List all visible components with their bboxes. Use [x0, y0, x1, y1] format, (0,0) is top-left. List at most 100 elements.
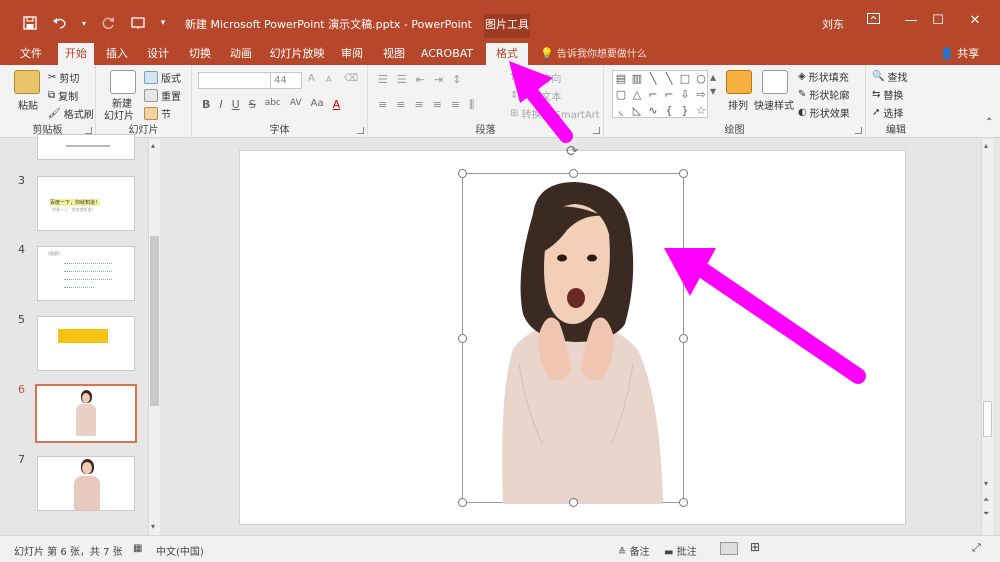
tab-picture-format[interactable]: 格式 — [486, 43, 528, 65]
align-text-button[interactable]: ⇕ 对齐文本 — [510, 88, 561, 103]
paste-button[interactable]: 粘贴 — [18, 97, 38, 112]
shrink-font-icon[interactable]: A — [326, 75, 331, 84]
normal-view-icon[interactable] — [720, 542, 738, 555]
thumbnail-slide-4[interactable]: 《搜索》 — [37, 246, 135, 301]
character-spacing-button[interactable]: AV — [290, 98, 302, 111]
shape-brace-icon[interactable]: { — [661, 103, 677, 119]
thumbnail-slide-5[interactable] — [37, 316, 135, 371]
comments-button[interactable]: ▬ 批注 — [664, 543, 697, 558]
maximize-button[interactable]: ☐ — [925, 10, 951, 34]
tell-me-search[interactable]: 💡 告诉我你想要做什么 — [540, 43, 647, 65]
minimize-button[interactable]: — — [898, 10, 924, 34]
tab-slide-show[interactable]: 幻灯片放映 — [266, 43, 328, 65]
thumbnail-slide-6[interactable] — [35, 384, 137, 443]
change-case-button[interactable]: Aa — [311, 98, 324, 111]
save-icon[interactable] — [20, 14, 40, 32]
paragraph-launcher-icon[interactable] — [593, 127, 600, 134]
shape-outline-button[interactable]: ✎ 形状轮廓 — [798, 87, 849, 102]
justify-icon[interactable]: ≡ — [433, 98, 442, 112]
shape-line2-icon[interactable]: ╲ — [661, 71, 677, 87]
scroll-down-icon[interactable]: ▾ — [151, 522, 155, 531]
quick-styles-icon[interactable] — [762, 70, 788, 94]
thumbnail-slide-7[interactable] — [37, 456, 135, 511]
new-slide-icon[interactable] — [110, 70, 136, 94]
shape-line-icon[interactable]: ╲ — [645, 71, 661, 87]
collapse-ribbon-icon[interactable]: ⌃ — [985, 117, 993, 128]
resize-handle-se[interactable] — [679, 498, 688, 507]
tab-file[interactable]: 文件 — [14, 43, 48, 65]
cut-button[interactable]: ✂ 剪切 — [48, 70, 79, 85]
reset-button[interactable]: 重置 — [144, 88, 181, 103]
shape-oval-icon[interactable]: ○ — [693, 71, 709, 87]
shape-star-icon[interactable]: ☆ — [693, 103, 709, 119]
slide-canvas[interactable]: ⟳ — [239, 142, 906, 525]
shape-triangle-icon[interactable]: △ — [629, 87, 645, 103]
spellcheck-icon[interactable]: ▦ — [133, 543, 142, 554]
redo-icon[interactable] — [98, 14, 118, 32]
shape-arrow2-icon[interactable]: ⇨ — [693, 87, 709, 103]
shape-elbow2-icon[interactable]: ⌐ — [661, 87, 677, 103]
account-name[interactable]: 刘东 — [822, 16, 844, 32]
resize-handle-ne[interactable] — [679, 169, 688, 178]
shape-rect-icon[interactable]: □ — [677, 71, 693, 87]
section-button[interactable]: 节 — [144, 106, 171, 121]
new-slide-label2[interactable]: 幻灯片 — [104, 107, 134, 122]
shape-curve-icon[interactable]: ◟ — [613, 103, 629, 119]
thumbnail-scroll-thumb[interactable] — [150, 236, 159, 406]
find-button[interactable]: 🔍 查找 — [872, 69, 907, 84]
layout-button[interactable]: 版式 — [144, 70, 181, 85]
clear-format-icon[interactable]: ⌫ — [344, 73, 358, 84]
resize-handle-nw[interactable] — [458, 169, 467, 178]
shape-arrow-icon[interactable]: ⇩ — [677, 87, 693, 103]
main-scroll-down-icon[interactable]: ▾ — [984, 479, 988, 488]
customize-qat-icon[interactable]: ▾ — [158, 14, 168, 32]
align-right-icon[interactable]: ≡ — [414, 98, 423, 112]
tab-review[interactable]: 审阅 — [335, 43, 369, 65]
font-name-combo[interactable] — [198, 72, 272, 89]
undo-dropdown-icon[interactable]: ▾ — [80, 14, 88, 32]
numbering-icon[interactable]: ☰ — [397, 73, 407, 86]
thumbnail-slide-2[interactable] — [37, 134, 135, 160]
select-button[interactable]: ➚ 选择 — [872, 105, 903, 120]
tab-animations[interactable]: 动画 — [224, 43, 258, 65]
resize-handle-e[interactable] — [679, 334, 688, 343]
shape-fill-button[interactable]: ◈ 形状填充 — [798, 69, 849, 84]
tab-insert[interactable]: 插入 — [100, 43, 134, 65]
shape-textbox-icon[interactable]: ▤ — [613, 71, 629, 87]
slide-vertical-scrollbar[interactable]: ▴ ▾ ⏶ ⏷ — [981, 139, 993, 535]
ribbon-display-options-icon[interactable] — [860, 10, 886, 34]
text-direction-button[interactable]: ⇅ 文字方向 — [510, 70, 561, 85]
line-spacing-icon[interactable]: ↕ — [452, 73, 461, 86]
arrange-icon[interactable] — [726, 70, 752, 94]
smartart-button[interactable]: ⊞ 转换为 SmartArt — [510, 106, 600, 121]
align-center-icon[interactable]: ≡ — [396, 98, 405, 112]
increase-indent-icon[interactable]: ⇥ — [434, 73, 443, 86]
drawing-launcher-icon[interactable] — [855, 127, 862, 134]
shape-effects-button[interactable]: ◐ 形状效果 — [798, 105, 850, 120]
tab-design[interactable]: 设计 — [141, 43, 175, 65]
font-size-combo[interactable]: 44 — [270, 72, 302, 89]
previous-slide-icon[interactable]: ⏶ — [983, 495, 989, 505]
resize-handle-sw[interactable] — [458, 498, 467, 507]
arrange-button[interactable]: 排列 — [728, 97, 748, 112]
resize-handle-n[interactable] — [569, 169, 578, 178]
align-left-icon[interactable]: ≡ — [378, 98, 387, 112]
italic-button[interactable]: I — [219, 98, 222, 111]
shape-tri2-icon[interactable]: ◺ — [629, 103, 645, 119]
columns-icon[interactable]: ⫼ — [469, 98, 474, 112]
replace-button[interactable]: ⇆ 替换 — [872, 87, 903, 102]
fit-to-window-icon[interactable]: ⤢ — [972, 541, 981, 555]
format-painter-button[interactable]: 🖌 格式刷 — [48, 106, 94, 121]
shape-vtextbox-icon[interactable]: ▥ — [629, 71, 645, 87]
main-scroll-up-icon[interactable]: ▴ — [984, 141, 988, 150]
close-button[interactable]: ✕ — [962, 10, 988, 34]
selected-picture[interactable]: ⟳ — [458, 142, 688, 507]
copy-button[interactable]: ⧉ 复制 — [48, 88, 78, 103]
quick-styles-button[interactable]: 快速样式 — [754, 97, 794, 112]
tab-transitions[interactable]: 切换 — [183, 43, 217, 65]
underline-button[interactable]: U — [232, 98, 240, 111]
share-button[interactable]: 👤 共享 — [940, 43, 979, 65]
tab-acrobat[interactable]: ACROBAT — [418, 43, 476, 65]
paste-icon[interactable] — [14, 70, 40, 94]
undo-icon[interactable] — [50, 14, 70, 32]
